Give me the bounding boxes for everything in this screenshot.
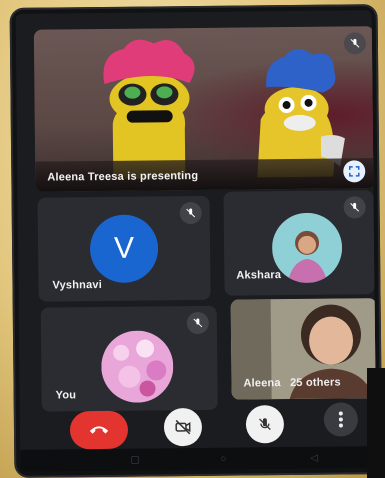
end-call-icon xyxy=(89,426,109,434)
avatar xyxy=(100,330,174,403)
phone-frame: Aleena Treesa is presenting V Vyshnavi A… xyxy=(9,4,383,478)
avatar: V xyxy=(89,214,159,284)
participant-tile-vyshnavi[interactable]: V Vyshnavi xyxy=(37,195,211,302)
vyshnavi-mic-off-icon xyxy=(179,201,202,225)
fullscreen-button[interactable] xyxy=(343,160,366,183)
more-options-button[interactable] xyxy=(323,402,359,437)
participant-tile-you[interactable]: You xyxy=(40,305,218,412)
nav-recents-icon[interactable]: ▢ xyxy=(130,455,140,466)
avatar xyxy=(271,212,343,284)
camera-off-icon xyxy=(175,419,191,435)
participant-tile-akshara[interactable]: Akshara xyxy=(223,190,375,296)
akshara-mic-off-icon xyxy=(343,196,366,219)
presenting-label: Aleena Treesa is presenting xyxy=(47,169,199,184)
participant-name-vyshnavi: Vyshnavi xyxy=(52,278,103,292)
presentation-mic-off-icon xyxy=(343,32,367,55)
you-mic-off-icon xyxy=(186,311,209,335)
participant-tile-aleena[interactable]: Aleena 25 others xyxy=(230,298,377,400)
presentation-tile[interactable]: Aleena Treesa is presenting xyxy=(33,26,376,192)
background-shadow xyxy=(367,368,385,478)
android-nav-bar: ▢ ○ ◁ xyxy=(20,446,377,472)
participant-name-akshara: Akshara xyxy=(236,269,282,282)
others-count: 25 others xyxy=(289,376,341,390)
end-call-button[interactable] xyxy=(69,410,129,450)
meeting-screen: Aleena Treesa is presenting V Vyshnavi A… xyxy=(15,10,377,472)
camera-toggle-button[interactable] xyxy=(163,407,203,447)
nav-home-icon[interactable]: ○ xyxy=(220,454,226,465)
participant-name-you: You xyxy=(55,389,77,402)
nav-back-icon[interactable]: ◁ xyxy=(310,453,318,464)
aleena-name-text: Aleena xyxy=(243,377,281,390)
participant-name-aleena: Aleena 25 others xyxy=(243,376,340,389)
mic-off-icon xyxy=(259,418,271,431)
fullscreen-icon xyxy=(348,166,360,177)
more-options-icon xyxy=(338,411,343,428)
mic-toggle-button[interactable] xyxy=(245,405,285,444)
